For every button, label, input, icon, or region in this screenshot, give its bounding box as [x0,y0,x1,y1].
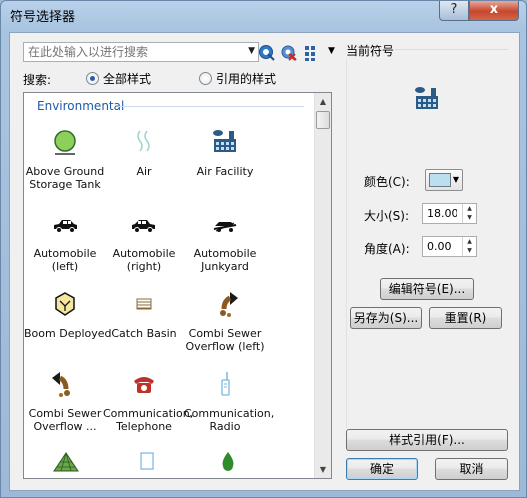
symbol-label: Communication, [184,407,275,420]
scroll-down-arrow-icon[interactable]: ▼ [315,461,331,478]
symbol-label: Boom Deployed [24,327,112,340]
symbol-label: Catch Basin [111,327,177,340]
water-drop-icon[interactable] [213,449,243,473]
save-as-button[interactable]: 另存为(S)... [350,307,422,329]
color-swatch [429,173,451,187]
symbol-label-selected: Air Facility [196,165,254,178]
sewer-right-icon [52,372,70,397]
symbol-item-communication-radio[interactable]: Communication, Radio [184,369,274,433]
symbol-label: Telephone [116,420,172,433]
symbol-label: Automobile [112,247,176,260]
symbol-label: (right) [126,260,162,273]
symbol-item-automobile-junkyard[interactable]: Automobile Junkyard [184,209,266,273]
help-button[interactable]: ? [439,1,469,21]
title-bar[interactable]: 符号选择器 ? x [1,1,526,31]
symbol-label: Overflow ... [33,420,97,433]
symbol-list[interactable]: Environmental Above Ground Storage Tank A… [23,92,332,479]
air-icon [137,130,150,152]
car-right-icon [132,220,155,233]
radio-all-styles-label: 全部样式 [103,72,152,86]
clear-search-icon[interactable] [280,44,298,62]
symbol-label: Above Ground [25,165,105,178]
spinner-arrows-icon[interactable]: ▲ ▼ [462,237,476,256]
scroll-thumb[interactable] [316,111,330,129]
boom-icon [55,292,75,316]
grid-view-icon[interactable] [304,44,322,62]
angle-label: 角度(A): [364,242,410,256]
cancel-button[interactable]: 取消 [435,458,508,480]
symbol-label: Automobile [33,247,97,260]
category-divider [118,106,304,107]
search-icon[interactable] [258,44,276,62]
color-label: 颜色(C): [364,175,410,189]
sewer-left-icon [220,292,238,317]
radio-unselected-icon[interactable] [199,72,212,85]
spinner-arrows-icon[interactable]: ▲ ▼ [462,204,476,223]
symbol-item-above-ground-storage-tank[interactable]: Above Ground Storage Tank [24,127,106,191]
symbol-item-air-facility[interactable]: Air Facility [184,127,266,178]
current-symbol-preview-icon [415,87,438,109]
category-header: Environmental [37,99,125,113]
air-facility-icon [213,130,236,152]
symbol-label: Junkyard [201,260,249,273]
symbol-selector-window: 符号选择器 ? x ▼ ▼ 搜索: 全部样式 [0,0,527,498]
dropdown-arrow-icon[interactable]: ▼ [248,46,255,56]
storage-tank-icon [54,130,76,155]
symbol-label: Air [136,165,152,178]
search-combobox[interactable]: ▼ [23,42,259,62]
group-divider [395,49,508,50]
mesh-symbol-icon[interactable] [51,449,81,473]
view-dropdown-arrow-icon[interactable]: ▼ [328,46,335,56]
close-button[interactable]: x [469,1,519,21]
symbol-label: Automobile [193,247,257,260]
symbol-item-automobile-left[interactable]: Automobile (left) [24,209,106,273]
radio-referenced-styles-label: 引用的样式 [216,72,277,86]
color-picker-button[interactable]: ▼ [425,169,463,191]
angle-spinner[interactable]: ▲▼ [422,236,477,257]
car-left-icon [54,220,77,233]
symbol-label: (left) [51,260,79,273]
symbol-item-air[interactable]: Air [103,127,185,178]
symbol-label: Storage Tank [29,178,101,191]
symbol-item-combi-sewer-overflow[interactable]: Combi Sewer Overflow ... [24,369,106,433]
radio-icon [221,372,230,396]
radio-selected-icon[interactable] [86,72,99,85]
ok-button[interactable]: 确定 [346,458,418,480]
symbol-item-combi-sewer-overflow-left[interactable]: Combi Sewer Overflow (left) [184,289,266,353]
symbol-label: Combi Sewer [28,407,102,420]
size-label: 大小(S): [364,209,410,223]
symbol-item-catch-basin[interactable]: Catch Basin [103,289,185,340]
catch-basin-icon [136,298,152,310]
style-references-button[interactable]: 样式引用(F)... [346,429,508,451]
size-spinner[interactable]: ▲▼ [422,203,477,224]
radio-all-styles[interactable]: 全部样式 [86,70,151,87]
symbol-item-communication-telephone[interactable]: Communication, Telephone [103,369,193,433]
car-junkyard-icon [213,222,237,232]
document-symbol-icon[interactable] [132,449,162,473]
reset-button[interactable]: 重置(R) [429,307,502,329]
dropdown-arrow-icon: ▼ [452,175,459,184]
window-title: 符号选择器 [10,10,76,25]
symbol-label: Radio [209,420,241,433]
angle-input[interactable] [423,237,461,256]
symbol-item-automobile-right[interactable]: Automobile (right) [103,209,185,273]
current-symbol-title: 当前符号 [346,44,395,58]
telephone-icon [134,377,154,393]
radio-referenced-styles[interactable]: 引用的样式 [199,70,276,87]
edit-symbol-button[interactable]: 编辑符号(E)... [380,278,474,300]
dialog-client-area: ▼ ▼ 搜索: 全部样式 引用的样式 Envi [9,32,520,491]
search-input[interactable] [24,43,238,61]
symbol-label: Communication, [103,407,194,420]
symbol-item-boom-deployed[interactable]: Boom Deployed [24,289,111,340]
size-input[interactable] [423,204,461,223]
symbol-label: Combi Sewer [188,327,262,340]
symbol-label: Overflow (left) [185,340,265,353]
symbol-list-scrollbar[interactable]: ▲ ▼ [314,93,331,478]
search-scope-label: 搜索: [23,73,52,87]
scroll-up-arrow-icon[interactable]: ▲ [315,93,331,110]
